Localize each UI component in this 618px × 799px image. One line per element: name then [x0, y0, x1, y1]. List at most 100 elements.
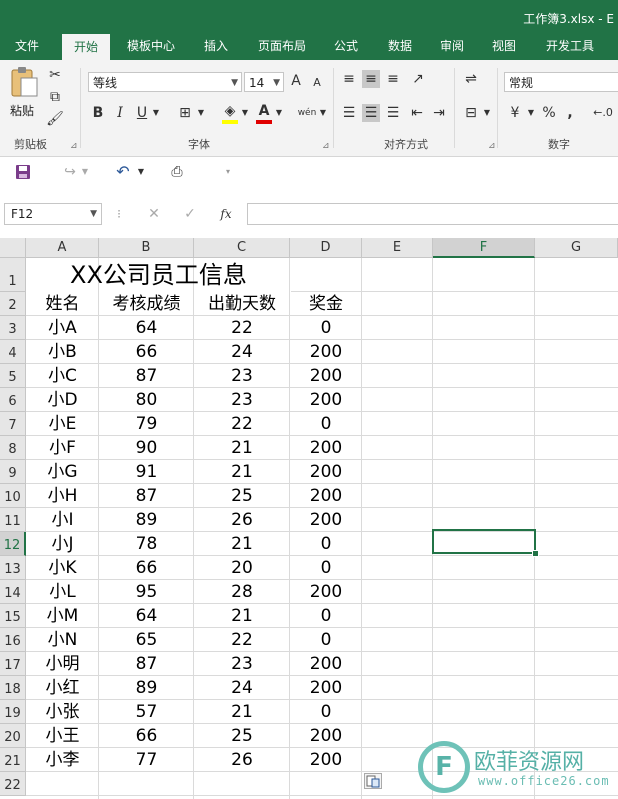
- font-size-combo[interactable]: 14 ▼: [244, 72, 284, 92]
- row-header-21[interactable]: 21: [0, 748, 26, 772]
- row-header-17[interactable]: 17: [0, 652, 26, 676]
- underline-button[interactable]: U: [134, 104, 150, 122]
- font-launcher-icon[interactable]: ⊿: [322, 141, 330, 151]
- fill-color-button[interactable]: ◈: [220, 102, 240, 124]
- number-format-combo[interactable]: 常规: [504, 72, 618, 92]
- data-cell[interactable]: 0: [290, 316, 362, 340]
- chevron-down-icon[interactable]: ▼: [526, 104, 536, 122]
- data-cell[interactable]: 200: [290, 388, 362, 412]
- row-header-14[interactable]: 14: [0, 580, 26, 604]
- italic-button[interactable]: I: [112, 104, 128, 122]
- data-cell[interactable]: 小D: [26, 388, 99, 412]
- chevron-down-icon[interactable]: ▼: [80, 163, 90, 181]
- data-cell[interactable]: 小王: [26, 724, 99, 748]
- data-cell[interactable]: 21: [194, 460, 290, 484]
- row-header-10[interactable]: 10: [0, 484, 26, 508]
- tab-data[interactable]: 数据: [380, 32, 420, 60]
- clipboard-launcher-icon[interactable]: ⊿: [70, 141, 78, 151]
- tab-formulas[interactable]: 公式: [326, 32, 366, 60]
- row-header-13[interactable]: 13: [0, 556, 26, 580]
- data-cell[interactable]: 0: [290, 412, 362, 436]
- redo-icon[interactable]: ↪: [62, 163, 78, 181]
- alignment-launcher-icon[interactable]: ⊿: [488, 141, 496, 151]
- save-icon[interactable]: [15, 164, 31, 180]
- borders-icon[interactable]: ⊞: [176, 104, 194, 122]
- data-cell[interactable]: 25: [194, 484, 290, 508]
- data-cell[interactable]: 200: [290, 580, 362, 604]
- data-cell[interactable]: 26: [194, 748, 290, 772]
- header-cell[interactable]: 考核成绩: [99, 292, 194, 316]
- tab-insert[interactable]: 插入: [196, 32, 236, 60]
- data-cell[interactable]: 79: [99, 412, 194, 436]
- data-cell[interactable]: 小张: [26, 700, 99, 724]
- increase-decimal-icon[interactable]: ←.0: [590, 104, 616, 122]
- row-header-3[interactable]: 3: [0, 316, 26, 340]
- align-left-icon[interactable]: ☰: [340, 104, 358, 122]
- row-header-20[interactable]: 20: [0, 724, 26, 748]
- formula-input[interactable]: [247, 203, 618, 225]
- data-cell[interactable]: 22: [194, 628, 290, 652]
- align-bottom-icon[interactable]: ≡: [384, 70, 402, 88]
- decrease-font-icon[interactable]: A: [310, 74, 324, 92]
- data-cell[interactable]: 小J: [26, 532, 99, 556]
- data-cell[interactable]: 87: [99, 484, 194, 508]
- data-cell[interactable]: 66: [99, 556, 194, 580]
- currency-icon[interactable]: ¥: [506, 104, 524, 122]
- chevron-down-icon[interactable]: ▼: [136, 163, 146, 181]
- header-cell[interactable]: 出勤天数: [194, 292, 290, 316]
- text-orientation-icon[interactable]: ↗: [408, 70, 428, 88]
- undo-icon[interactable]: ↶: [114, 163, 132, 181]
- data-cell[interactable]: 200: [290, 676, 362, 700]
- header-cell[interactable]: 奖金: [290, 292, 362, 316]
- sheet-title-cell[interactable]: XX公司员工信息: [26, 258, 291, 292]
- data-cell[interactable]: 24: [194, 676, 290, 700]
- data-cell[interactable]: 200: [290, 724, 362, 748]
- active-cell-selection[interactable]: [432, 529, 536, 554]
- data-cell[interactable]: 200: [290, 652, 362, 676]
- comma-style-button[interactable]: ,: [564, 104, 576, 122]
- copy-icon[interactable]: ⧉: [46, 88, 64, 106]
- align-top-icon[interactable]: ≡: [340, 70, 358, 88]
- data-cell[interactable]: 66: [99, 724, 194, 748]
- data-cell[interactable]: 小K: [26, 556, 99, 580]
- column-header-g[interactable]: G: [535, 238, 618, 258]
- increase-font-icon[interactable]: A: [289, 72, 303, 90]
- tab-home[interactable]: 开始: [62, 34, 110, 60]
- cut-icon[interactable]: ✂: [46, 66, 64, 84]
- chevron-down-icon[interactable]: ▼: [240, 104, 250, 122]
- data-cell[interactable]: 21: [194, 700, 290, 724]
- print-preview-icon[interactable]: ⎙: [168, 163, 186, 181]
- paste-options-button[interactable]: [364, 773, 382, 789]
- column-header-e[interactable]: E: [362, 238, 433, 258]
- row-header-5[interactable]: 5: [0, 364, 26, 388]
- data-cell[interactable]: 28: [194, 580, 290, 604]
- worksheet-grid[interactable]: ABCDEFG 1 2 3 4 5 6 7 8 9 10 11 12 13 14 15 16 17 18 19 20 2…: [0, 238, 618, 799]
- row-header-2[interactable]: 2: [0, 292, 26, 316]
- chevron-down-icon[interactable]: ▼: [274, 104, 284, 122]
- data-cell[interactable]: 26: [194, 508, 290, 532]
- data-cell[interactable]: 小N: [26, 628, 99, 652]
- chevron-down-icon[interactable]: ▼: [196, 104, 206, 122]
- row-header-4[interactable]: 4: [0, 340, 26, 364]
- data-cell[interactable]: 200: [290, 508, 362, 532]
- row-header-8[interactable]: 8: [0, 436, 26, 460]
- data-cell[interactable]: 64: [99, 316, 194, 340]
- data-cell[interactable]: 0: [290, 556, 362, 580]
- data-cell[interactable]: 89: [99, 508, 194, 532]
- align-right-icon[interactable]: ☰: [384, 104, 402, 122]
- phonetic-guide-icon[interactable]: wén: [296, 104, 318, 122]
- row-header-1[interactable]: 1: [0, 258, 26, 292]
- column-header-a[interactable]: A: [26, 238, 99, 258]
- data-cell[interactable]: 21: [194, 604, 290, 628]
- data-cell[interactable]: 23: [194, 652, 290, 676]
- insert-function-icon[interactable]: fx: [216, 205, 236, 223]
- format-painter-icon[interactable]: 🖌: [46, 110, 64, 128]
- tab-review[interactable]: 审阅: [432, 32, 472, 60]
- row-header-11[interactable]: 11: [0, 508, 26, 532]
- chevron-down-icon[interactable]: ▼: [482, 104, 492, 122]
- paste-button[interactable]: 粘贴: [6, 66, 42, 122]
- select-all-button[interactable]: [0, 238, 26, 258]
- row-header-12[interactable]: 12: [0, 532, 26, 556]
- column-header-d[interactable]: D: [290, 238, 362, 258]
- wrap-text-icon[interactable]: ⇌: [462, 70, 480, 88]
